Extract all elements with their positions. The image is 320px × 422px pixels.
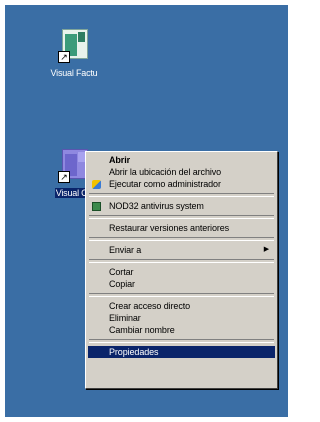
- menu-item-label: Copiar: [109, 279, 135, 289]
- menu-item-cortar[interactable]: Cortar: [88, 266, 275, 278]
- submenu-arrow-icon: ▶: [263, 246, 269, 253]
- menu-item-label: Abrir la ubicación del archivo: [109, 167, 222, 177]
- menu-item-label: Cortar: [109, 267, 134, 277]
- application-icon: ↗: [58, 29, 90, 63]
- menu-item-label: Restaurar versiones anteriores: [109, 223, 230, 233]
- desktop: ↗ Visual Factu ↗ Visual Co Abrir Abrir l…: [5, 5, 288, 417]
- menu-item-nod32[interactable]: NOD32 antivirus system: [88, 200, 275, 212]
- shortcut-arrow-icon: ↗: [58, 51, 70, 63]
- menu-item-label: Propiedades: [109, 347, 159, 357]
- menu-item-label: Ejecutar como administrador: [109, 179, 221, 189]
- menu-item-abrir[interactable]: Abrir: [88, 154, 275, 166]
- menu-item-cambiar-nombre[interactable]: Cambiar nombre: [88, 324, 275, 336]
- shortcut-arrow-icon: ↗: [58, 171, 70, 183]
- desktop-icon-label: Visual Factu: [50, 68, 98, 78]
- menu-item-label: Enviar a: [109, 245, 142, 255]
- menu-item-label: Cambiar nombre: [109, 325, 175, 335]
- menu-item-abrir-ubicacion[interactable]: Abrir la ubicación del archivo: [88, 166, 275, 178]
- menu-separator: [89, 237, 274, 241]
- menu-separator: [89, 293, 274, 297]
- menu-separator: [89, 193, 274, 197]
- menu-item-propiedades[interactable]: Propiedades: [88, 346, 275, 358]
- menu-item-ejecutar-como-administrador[interactable]: Ejecutar como administrador: [88, 178, 275, 190]
- context-menu: Abrir Abrir la ubicación del archivo Eje…: [85, 151, 278, 389]
- menu-item-restaurar-versiones[interactable]: Restaurar versiones anteriores: [88, 222, 275, 234]
- menu-item-eliminar[interactable]: Eliminar: [88, 312, 275, 324]
- menu-separator: [89, 215, 274, 219]
- admin-shield-icon: [92, 180, 101, 189]
- menu-separator: [89, 339, 274, 343]
- menu-item-label: NOD32 antivirus system: [109, 201, 204, 211]
- menu-item-label: Crear acceso directo: [109, 301, 191, 311]
- menu-item-copiar[interactable]: Copiar: [88, 278, 275, 290]
- menu-item-label: Abrir: [109, 155, 131, 165]
- nod32-icon: [92, 202, 101, 211]
- desktop-icon-visual-factu[interactable]: ↗ Visual Factu: [39, 29, 109, 81]
- menu-item-crear-acceso-directo[interactable]: Crear acceso directo: [88, 300, 275, 312]
- menu-separator: [89, 259, 274, 263]
- menu-item-label: Eliminar: [109, 313, 141, 323]
- menu-item-enviar-a[interactable]: Enviar a ▶: [88, 244, 275, 256]
